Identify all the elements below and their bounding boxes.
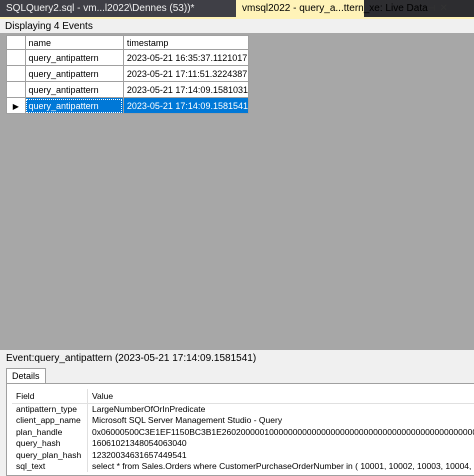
field-value: Microsoft SQL Server Management Studio -…: [92, 415, 283, 426]
column-header-value[interactable]: Value: [87, 389, 474, 404]
tab-label: vmsql2022 - query_a...ttern_xe: Live Dat…: [242, 3, 428, 14]
table-row[interactable]: query_antipattern 2023-05-21 16:35:37.11…: [6, 49, 250, 66]
tab-label: SQLQuery2.sql - vm...l2022\Dennes (53))*: [6, 3, 195, 14]
cell-timestamp[interactable]: 2023-05-21 17:11:51.3224387: [122, 65, 250, 82]
tab-sqlquery2[interactable]: SQLQuery2.sql - vm...l2022\Dennes (53))*: [0, 0, 236, 17]
tab-details[interactable]: Details: [6, 368, 46, 383]
table-row-selected[interactable]: ▶ query_antipattern 2023-05-21 17:14:09.…: [6, 97, 250, 114]
events-grid: name timestamp query_antipattern 2023-05…: [6, 35, 250, 114]
column-header-name[interactable]: name: [24, 35, 124, 50]
details-tab-strip: Details: [6, 368, 46, 383]
field-name: query_hash: [12, 437, 88, 449]
table-row[interactable]: client_app_name Microsoft SQL Server Man…: [12, 414, 474, 426]
cell-name[interactable]: query_antipattern: [24, 81, 124, 98]
cell-name[interactable]: query_antipattern: [24, 49, 124, 66]
grid-header-row: name timestamp: [6, 35, 250, 50]
field-name: antipattern_type: [12, 403, 88, 415]
field-value: select * from Sales.Orders where Custome…: [92, 461, 474, 472]
table-row[interactable]: sql_text select * from Sales.Orders wher…: [12, 460, 474, 472]
table-row[interactable]: query_antipattern 2023-05-21 17:11:51.32…: [6, 65, 250, 82]
details-panel: Field Value antipattern_type LargeNumber…: [6, 383, 474, 476]
row-header-corner[interactable]: [6, 35, 26, 50]
table-row[interactable]: antipattern_type LargeNumberOfOrInPredic…: [12, 403, 474, 415]
events-count-status: Displaying 4 Events: [0, 17, 474, 33]
cell-timestamp[interactable]: 2023-05-21 17:14:09.1581031: [122, 81, 250, 98]
field-name: query_plan_hash: [12, 449, 88, 461]
column-header-timestamp[interactable]: timestamp: [122, 35, 250, 50]
field-name: sql_text: [12, 460, 88, 472]
current-row-arrow-icon: ▶: [12, 101, 19, 111]
tab-live-data[interactable]: vmsql2022 - query_a...ttern_xe: Live Dat…: [236, 0, 448, 19]
status-text: Displaying 4 Events: [5, 21, 93, 32]
column-header-field[interactable]: Field: [12, 389, 88, 404]
row-header[interactable]: [6, 49, 26, 66]
row-header[interactable]: [6, 65, 26, 82]
table-row[interactable]: plan_handle 0x06000500C3E1EF1150BC3B1E26…: [12, 426, 474, 438]
field-value: 0x06000500C3E1EF1150BC3B1E26020000010000…: [92, 426, 474, 437]
details-table: Field Value antipattern_type LargeNumber…: [12, 389, 474, 472]
document-tab-strip: SQLQuery2.sql - vm...l2022\Dennes (53))*…: [0, 0, 474, 19]
event-title: Event:query_antipattern (2023-05-21 17:1…: [6, 353, 257, 364]
close-icon[interactable]: ✕: [440, 0, 448, 17]
details-header-row: Field Value: [12, 389, 474, 404]
field-name: plan_handle: [12, 426, 88, 438]
table-row[interactable]: query_antipattern 2023-05-21 17:14:09.15…: [6, 81, 250, 98]
table-row[interactable]: query_hash 16061021348054063040: [12, 437, 474, 449]
row-header[interactable]: [6, 81, 26, 98]
cell-timestamp[interactable]: 2023-05-21 16:35:37.1121017: [122, 49, 250, 66]
events-grid-area: name timestamp query_antipattern 2023-05…: [0, 33, 474, 350]
field-value: 16061021348054063040: [92, 438, 187, 449]
field-value: LargeNumberOfOrInPredicate: [92, 404, 206, 414]
cell-timestamp[interactable]: 2023-05-21 17:14:09.1581541: [122, 97, 250, 114]
pin-icon[interactable]: ⊣: [428, 0, 436, 17]
table-row[interactable]: query_plan_hash 12320034631657449541: [12, 449, 474, 461]
field-name: client_app_name: [12, 414, 88, 426]
cell-name[interactable]: query_antipattern: [24, 97, 124, 114]
row-header-current[interactable]: ▶: [6, 97, 26, 114]
cell-name[interactable]: query_antipattern: [24, 65, 124, 82]
field-value: 12320034631657449541: [92, 449, 187, 460]
